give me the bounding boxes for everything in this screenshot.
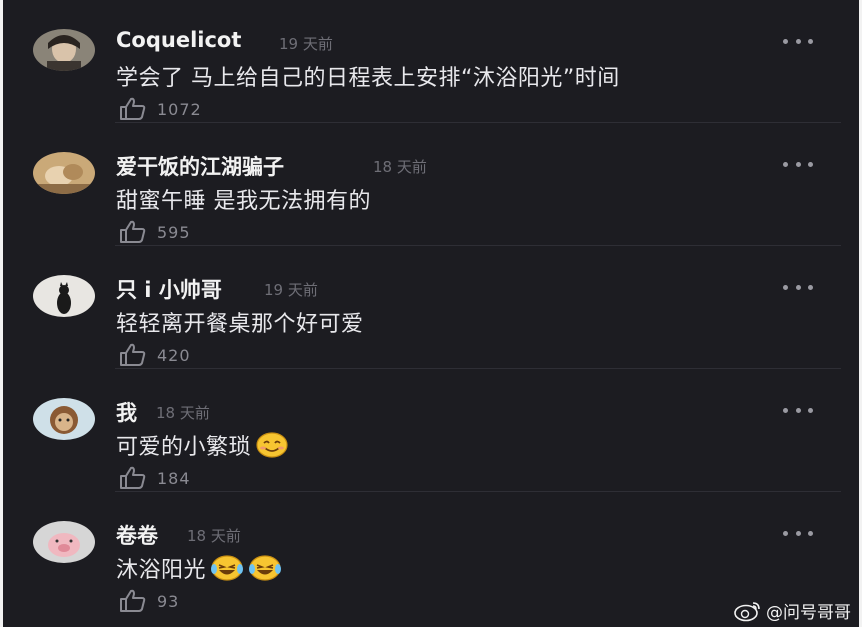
weibo-watermark: @问号哥哥 (734, 598, 851, 623)
like-count: 184 (157, 468, 191, 488)
comment-list: Coquelicot 19 天前 学会了 马上给自己的日程表上安排“沐浴阳光”时… (0, 0, 862, 627)
comment-text: 轻轻离开餐桌那个好可爱 (116, 312, 364, 337)
weibo-logo-icon (734, 601, 760, 621)
comment-text: 学会了 马上给自己的日程表上安排“沐浴阳光”时间 (116, 66, 620, 91)
comment-text: 沐浴阳光 (116, 552, 282, 584)
thumbs-up-icon (120, 220, 146, 243)
timestamp: 18 天前 (373, 158, 427, 176)
thumbs-up-icon (120, 589, 146, 612)
more-options-icon[interactable] (783, 159, 813, 169)
comment-item: Coquelicot 19 天前 学会了 马上给自己的日程表上安排“沐浴阳光”时… (3, 0, 859, 123)
comment-item: 只 i 小帅哥 19 天前 轻轻离开餐桌那个好可爱 420 (3, 246, 859, 369)
username[interactable]: 卷卷 (116, 520, 158, 550)
more-options-icon[interactable] (783, 282, 813, 292)
username[interactable]: 只 i 小帅哥 (116, 274, 222, 304)
comment-text-content: 沐浴阳光 (116, 558, 207, 583)
smile-emoji-icon (256, 432, 288, 458)
more-options-icon[interactable] (783, 405, 813, 415)
avatar[interactable] (33, 29, 95, 71)
comment-text: 甜蜜午睡 是我无法拥有的 (116, 189, 371, 214)
thumbs-up-icon (120, 97, 146, 120)
comment-text-content: 可爱的小繁琐 (116, 435, 252, 460)
like-button[interactable]: 595 (119, 220, 191, 244)
laughing-tears-emoji-icon (249, 555, 282, 581)
thumbs-up-icon (120, 343, 146, 366)
timestamp: 18 天前 (187, 527, 241, 545)
username[interactable]: 我 (116, 397, 137, 427)
more-options-icon[interactable] (783, 36, 813, 46)
timestamp: 19 天前 (279, 35, 333, 53)
comment-item: 爱干饭的江湖骗子 18 天前 甜蜜午睡 是我无法拥有的 595 (3, 123, 859, 246)
like-count: 595 (157, 222, 191, 242)
like-count: 420 (157, 345, 191, 365)
like-count: 1072 (157, 99, 202, 119)
comment-item: 卷卷 18 天前 沐浴阳光 93 (3, 492, 859, 615)
avatar[interactable] (33, 152, 95, 194)
laughing-tears-emoji-icon (211, 555, 244, 581)
avatar[interactable] (33, 398, 95, 440)
username[interactable]: 爱干饭的江湖骗子 (116, 151, 284, 181)
like-button[interactable]: 93 (119, 589, 179, 613)
thumbs-up-icon (120, 466, 146, 489)
comment-text: 可爱的小繁琐 (116, 429, 289, 461)
timestamp: 19 天前 (264, 281, 318, 299)
like-button[interactable]: 420 (119, 343, 191, 367)
avatar[interactable] (33, 275, 95, 317)
like-button[interactable]: 184 (119, 466, 191, 490)
more-options-icon[interactable] (783, 528, 813, 538)
like-count: 93 (157, 591, 180, 611)
username[interactable]: Coquelicot (116, 28, 241, 52)
avatar[interactable] (33, 521, 95, 563)
watermark-text: @问号哥哥 (766, 603, 851, 623)
timestamp: 18 天前 (156, 404, 210, 422)
comment-item: 我 18 天前 可爱的小繁琐 184 (3, 369, 859, 492)
like-button[interactable]: 1072 (119, 97, 202, 121)
